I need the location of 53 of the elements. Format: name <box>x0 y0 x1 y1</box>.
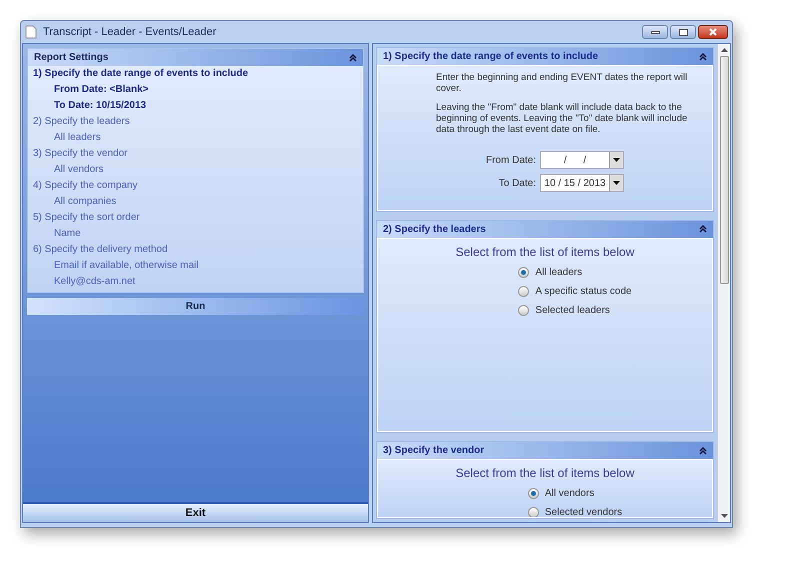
radio-button[interactable] <box>528 488 539 499</box>
section-header[interactable]: 3) Specify the vendor <box>377 442 713 459</box>
run-button[interactable]: Run <box>27 298 364 315</box>
date-field[interactable]: / / <box>540 151 624 169</box>
step-link[interactable]: 4) Specify the company <box>33 178 358 194</box>
scroll-up-icon[interactable] <box>720 48 728 52</box>
dropdown-icon[interactable] <box>609 175 623 191</box>
step-value: Name <box>53 227 82 241</box>
close-icon <box>709 28 717 36</box>
date-field[interactable]: 10 / 15 / 2013 <box>540 174 624 192</box>
step-value: To Date: 10/15/2013 <box>53 99 148 113</box>
step-link[interactable]: 1) Specify the date range of events to include <box>33 66 358 82</box>
instruction-text: Enter the beginning and ending EVENT dates the report will cover. <box>436 72 688 94</box>
collapse-icon[interactable] <box>699 52 707 60</box>
step-value: Email if available, otherwise mail <box>53 259 200 273</box>
maximize-button[interactable] <box>670 25 696 39</box>
radio-button[interactable] <box>518 266 530 278</box>
instruction-text: Leaving the "From" date blank will include data back to the beginning of events. Leaving the "To" date blank will include data through the last event date on file. <box>436 102 688 135</box>
collapse-icon[interactable] <box>699 225 707 234</box>
step-value: All leaders <box>53 131 102 145</box>
step-link[interactable]: 5) Specify the sort order <box>33 210 358 226</box>
option-label: A specific status code <box>535 284 632 299</box>
step-link[interactable]: 2) Specify the leaders <box>33 114 358 130</box>
step-value: All vendors <box>53 163 104 177</box>
close-button[interactable] <box>698 25 728 39</box>
scroll-down-icon[interactable] <box>720 514 728 518</box>
window-title: Transcript - Leader - Events/Leader <box>43 24 216 40</box>
panel-header[interactable]: Report Settings <box>28 49 363 66</box>
option-label: All vendors <box>544 487 594 501</box>
section-header[interactable]: 2) Specify the leaders <box>377 220 713 238</box>
prompt-text: Select from the list of items below <box>456 465 634 482</box>
minimize-button[interactable] <box>642 25 668 39</box>
dropdown-icon[interactable] <box>609 152 623 168</box>
option-label: All leaders <box>535 266 582 280</box>
radio-button[interactable] <box>518 286 530 297</box>
date-label: From Date: <box>484 154 536 168</box>
step-value: From Date: <Blank> <box>53 83 150 97</box>
step-link[interactable]: 6) Specify the delivery method <box>33 242 358 258</box>
scrollbar[interactable] <box>717 44 730 522</box>
step-value: All companies <box>53 195 118 209</box>
exit-button[interactable]: Exit <box>23 502 368 522</box>
prompt-text: Select from the list of items below <box>456 244 634 261</box>
option-label: Selected leaders <box>535 304 610 318</box>
date-label: To Date: <box>498 176 536 190</box>
collapse-icon[interactable] <box>349 54 357 62</box>
option-label: Selected vendors <box>544 506 622 517</box>
step-value: Kelly@cds-am.net <box>53 275 136 289</box>
document-icon <box>25 25 37 39</box>
collapse-icon[interactable] <box>699 446 707 454</box>
section-header[interactable]: 1) Specify the date range of events to include <box>377 48 713 65</box>
radio-button[interactable] <box>528 507 539 517</box>
radio-button[interactable] <box>518 304 530 316</box>
step-link[interactable]: 3) Specify the vendor <box>33 146 358 162</box>
